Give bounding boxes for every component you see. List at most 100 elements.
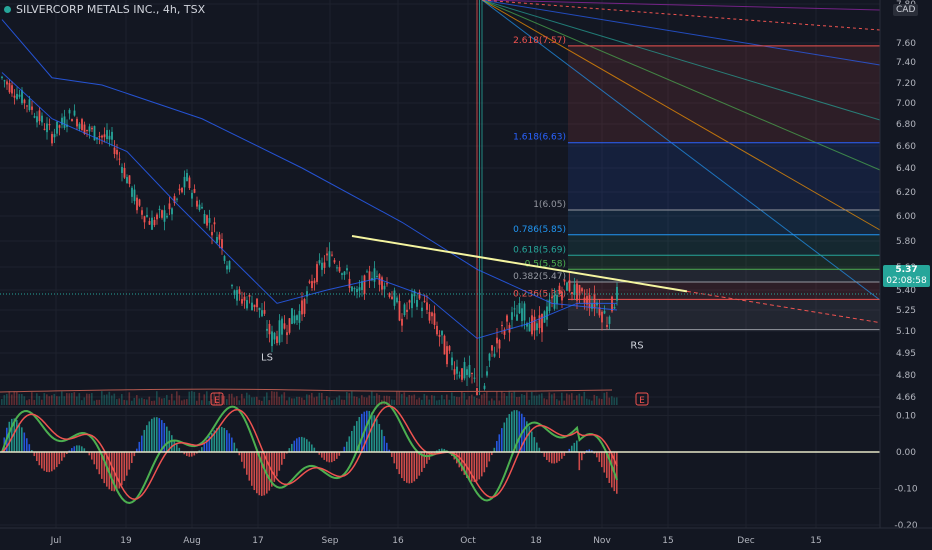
fib-level-label-1: 1.618(6.63) xyxy=(513,133,566,143)
candle-body xyxy=(553,294,556,309)
volume-bar xyxy=(433,395,436,405)
volume-bar xyxy=(161,398,163,405)
candle-body xyxy=(521,308,523,322)
candle-body xyxy=(383,285,386,290)
fib-zone-6 xyxy=(568,281,880,300)
volume-bar xyxy=(416,399,418,405)
volume-bar xyxy=(616,397,618,405)
candle-body xyxy=(491,345,493,351)
osc-histogram-bar xyxy=(253,452,256,491)
volume-bar xyxy=(541,393,543,405)
volume-bar xyxy=(253,397,256,405)
osc-histogram-bar xyxy=(321,452,323,458)
volume-bar xyxy=(426,395,428,405)
candle-body xyxy=(141,210,143,215)
osc-histogram-bar xyxy=(476,452,478,482)
volume-bar xyxy=(596,396,598,405)
osc-histogram-bar xyxy=(148,421,151,453)
volume-bar xyxy=(86,393,88,405)
volume-bar xyxy=(303,399,306,405)
osc-tick-label: 0.10 xyxy=(896,412,916,422)
volume-bar xyxy=(466,399,468,405)
volume-bar xyxy=(286,400,288,405)
osc-histogram-bar xyxy=(531,431,533,453)
candle-body xyxy=(196,200,198,207)
volume-bar xyxy=(491,398,493,405)
volume-bar xyxy=(391,399,393,405)
osc-histogram-bar xyxy=(578,452,581,471)
volume-bar xyxy=(278,396,281,405)
volume-bar xyxy=(58,396,61,405)
volume-bar xyxy=(138,398,141,405)
osc-histogram-bar xyxy=(128,452,131,470)
candle-body xyxy=(546,306,548,320)
candle-body xyxy=(121,167,123,174)
candle-body xyxy=(308,281,311,283)
candle-body xyxy=(346,268,348,271)
volume-bar xyxy=(88,393,91,405)
volume-bar xyxy=(28,399,31,405)
candle-body xyxy=(208,218,211,223)
volume-bar xyxy=(221,395,223,405)
candle-body xyxy=(231,285,233,287)
osc-histogram-bar xyxy=(376,419,378,453)
candle-body xyxy=(296,315,298,321)
volume-bar xyxy=(578,393,581,405)
volume-bar xyxy=(401,394,403,405)
volume-bar xyxy=(258,399,261,405)
osc-histogram-bar xyxy=(146,425,148,453)
candle-body xyxy=(298,310,301,323)
osc-histogram-bar xyxy=(231,437,233,453)
osc-histogram-bar xyxy=(218,427,221,453)
osc-histogram-bar xyxy=(256,452,258,494)
chart-canvas[interactable]: 2.618(7.57) 1.618(6.63) 1(6.05) 0.786(5.85)… xyxy=(0,0,932,550)
osc-histogram-bar xyxy=(176,443,178,453)
volume-bar xyxy=(96,399,98,405)
volume-bar xyxy=(63,396,66,405)
candle-body xyxy=(416,299,418,307)
volume-bar xyxy=(531,391,533,405)
volume-bar xyxy=(351,391,353,405)
candle-body xyxy=(381,277,383,290)
candle-body xyxy=(511,312,513,320)
volume-bar xyxy=(553,393,556,405)
osc-histogram-bar xyxy=(346,441,348,453)
candle-body xyxy=(513,308,516,310)
candle-body xyxy=(338,267,341,272)
volume-bar xyxy=(158,397,161,405)
volume-bar xyxy=(443,399,446,405)
osc-histogram-bar xyxy=(496,440,498,453)
candle-body xyxy=(68,109,71,114)
osc-histogram-bar xyxy=(138,441,141,453)
pattern-label-ls: LS xyxy=(261,352,273,363)
volume-bar xyxy=(66,393,68,405)
candle-body xyxy=(91,127,93,130)
osc-histogram-bar xyxy=(326,452,328,462)
volume-bar xyxy=(501,391,503,405)
volume-bar xyxy=(191,391,193,405)
candle-body xyxy=(286,332,288,336)
volume-bar xyxy=(128,392,131,405)
candle-body xyxy=(433,313,436,325)
candle-body xyxy=(558,285,561,295)
volume-bars xyxy=(1,391,618,405)
fib-extension: 2.618(7.57) 1.618(6.63) 1(6.05) 0.786(5.85)… xyxy=(481,0,881,331)
osc-histogram-bar xyxy=(58,452,61,465)
volume-bar xyxy=(183,399,186,405)
time-tick-label: 18 xyxy=(530,536,542,546)
volume-bar xyxy=(251,397,253,405)
candle-body xyxy=(293,315,296,324)
volume-bar xyxy=(536,395,538,405)
volume-bar xyxy=(456,396,458,405)
volume-bar xyxy=(143,399,146,405)
candle-body xyxy=(358,287,361,291)
volume-bar xyxy=(393,399,396,405)
fib-zone-4 xyxy=(568,255,880,270)
candle-body xyxy=(248,294,251,297)
volume-bar xyxy=(601,398,603,405)
osc-histogram-bar xyxy=(291,443,293,453)
osc-histogram-bar xyxy=(328,452,331,463)
fib-zone-1 xyxy=(568,142,880,210)
volume-bar xyxy=(471,394,473,405)
currency-label[interactable]: CAD xyxy=(893,4,919,16)
